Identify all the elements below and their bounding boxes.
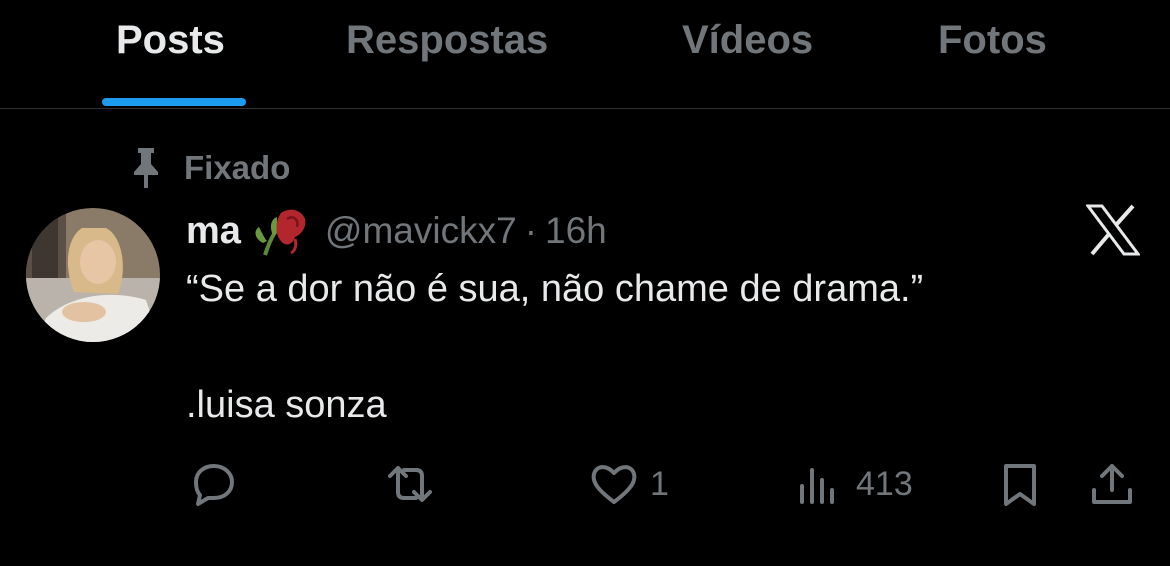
views-count: 413 xyxy=(856,464,913,503)
share-button[interactable] xyxy=(1086,456,1138,512)
wilted-rose-icon xyxy=(255,209,306,256)
post-text-line: “Se a dor não é sua, não chame de drama.… xyxy=(186,268,924,310)
user-handle[interactable]: @mavickx7 xyxy=(325,210,517,252)
pinned-label: Fixado xyxy=(184,149,291,186)
bookmark-icon xyxy=(1004,464,1036,506)
tab-videos[interactable]: Vídeos xyxy=(682,18,813,63)
views-icon xyxy=(800,468,834,504)
reply-button[interactable] xyxy=(186,456,238,512)
share-icon xyxy=(1092,464,1132,504)
display-name[interactable]: ma xyxy=(186,210,241,253)
post-timestamp[interactable]: 16h xyxy=(545,210,607,252)
separator-dot: · xyxy=(524,210,538,251)
avatar[interactable] xyxy=(26,208,160,342)
repost-button[interactable] xyxy=(384,456,436,512)
post-header: ma @mavickx7 · 16h xyxy=(186,206,607,256)
profile-tabs: Posts Respostas Vídeos Fotos xyxy=(0,0,1170,109)
active-tab-indicator xyxy=(102,98,246,106)
views-button[interactable]: 413 xyxy=(794,456,913,512)
reply-icon xyxy=(194,464,234,506)
bookmark-button[interactable] xyxy=(994,456,1046,512)
tab-fotos[interactable]: Fotos xyxy=(938,18,1047,63)
like-count: 1 xyxy=(650,464,669,503)
pin-icon xyxy=(134,148,158,188)
x-logo-icon[interactable] xyxy=(1086,204,1140,256)
post-text-line: .luisa sonza xyxy=(186,384,387,426)
pinned-indicator: Fixado xyxy=(128,146,290,190)
like-button[interactable]: 1 xyxy=(588,456,669,512)
tab-respostas[interactable]: Respostas xyxy=(346,18,548,63)
tab-posts[interactable]: Posts xyxy=(116,18,225,63)
heart-icon xyxy=(591,465,637,504)
repost-icon xyxy=(388,466,432,502)
